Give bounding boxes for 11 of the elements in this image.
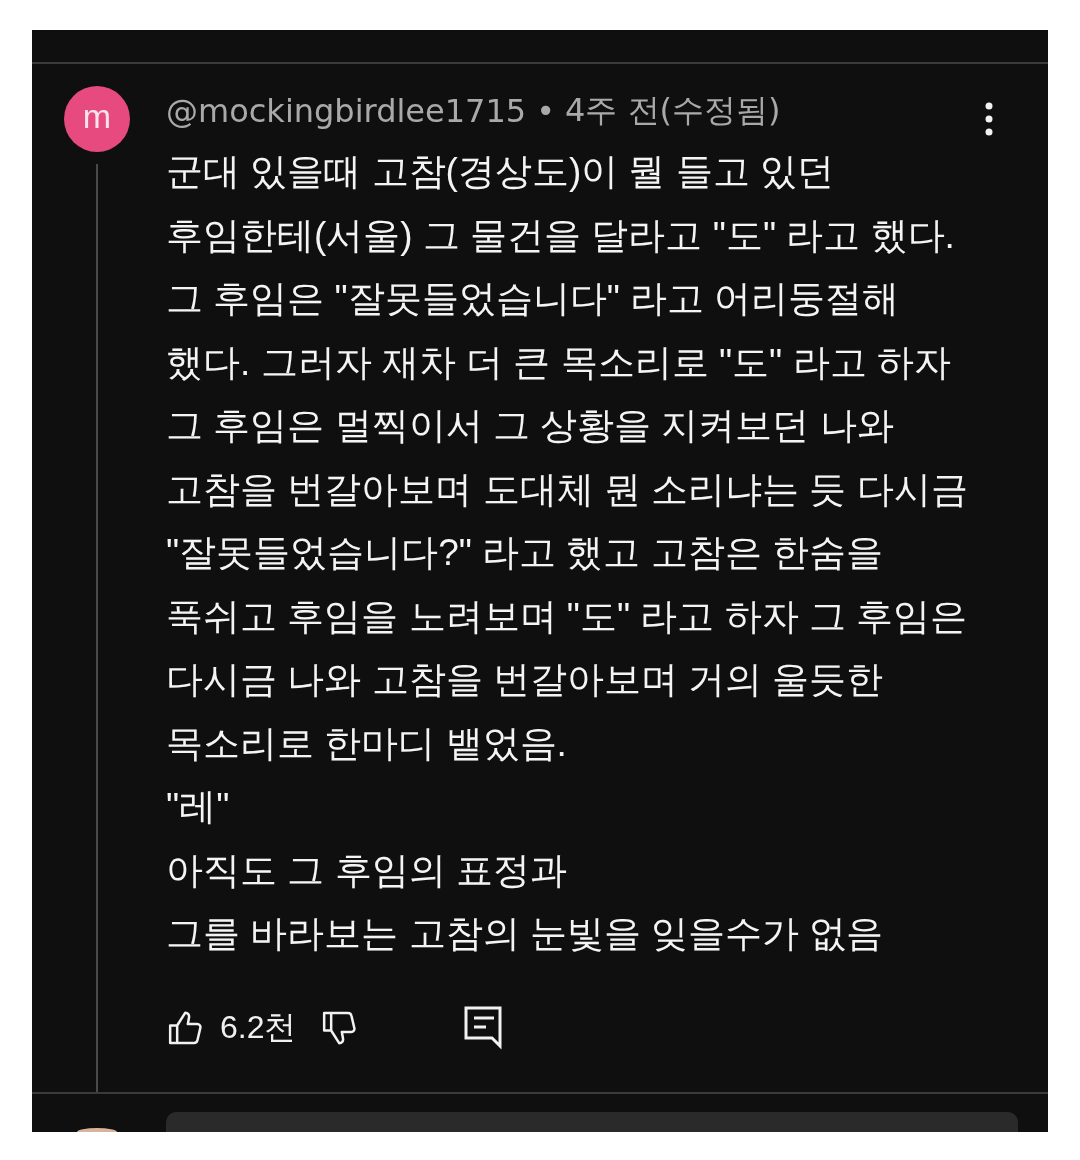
comment-time: 4주 전(수정됨) bbox=[565, 90, 781, 131]
comment-icon bbox=[464, 1005, 503, 1050]
more-icon bbox=[985, 102, 993, 136]
separator-dot: • bbox=[536, 92, 556, 130]
like-count: 6.2천 bbox=[220, 1007, 297, 1047]
user-avatar: m bbox=[64, 86, 130, 152]
reply-input-field[interactable] bbox=[166, 1111, 1018, 1132]
reply-button[interactable] bbox=[464, 1005, 503, 1050]
comment-author[interactable]: @mockingbirdlee1715 bbox=[166, 92, 527, 130]
user-avatar bbox=[77, 1127, 117, 1132]
comment-text: 군대 있을때 고참(경상도)이 뭘 들고 있던 후임한테(서울) 그 물건을 달라고 "도" 라고 했다. 그 후임은 "잘못들었습니다" 라고 어리둥절해 했다. 그러자 재차 더 큰 목소리로 "도" 라고 하자 그 후임은 멀찍이서 그 상황을 지켜보던 나와 고참을 번갈아보며 도대체 뭔 소리냐는 듯 다시금 "잘못들었습니다?" 라고 했고 고참은 한숨을 푹쉬고 후임을 노려보며 "도" 라고 하자 그 후임은 다시금 나와 고참을 번갈아보며 거의 울듯한 목소리로 한마디 뱉었음. "레" 아직도 그 후임의 표정과 그를 바라보는 고참의 눈빛을 잊을수가 없음 bbox=[166, 150, 969, 956]
